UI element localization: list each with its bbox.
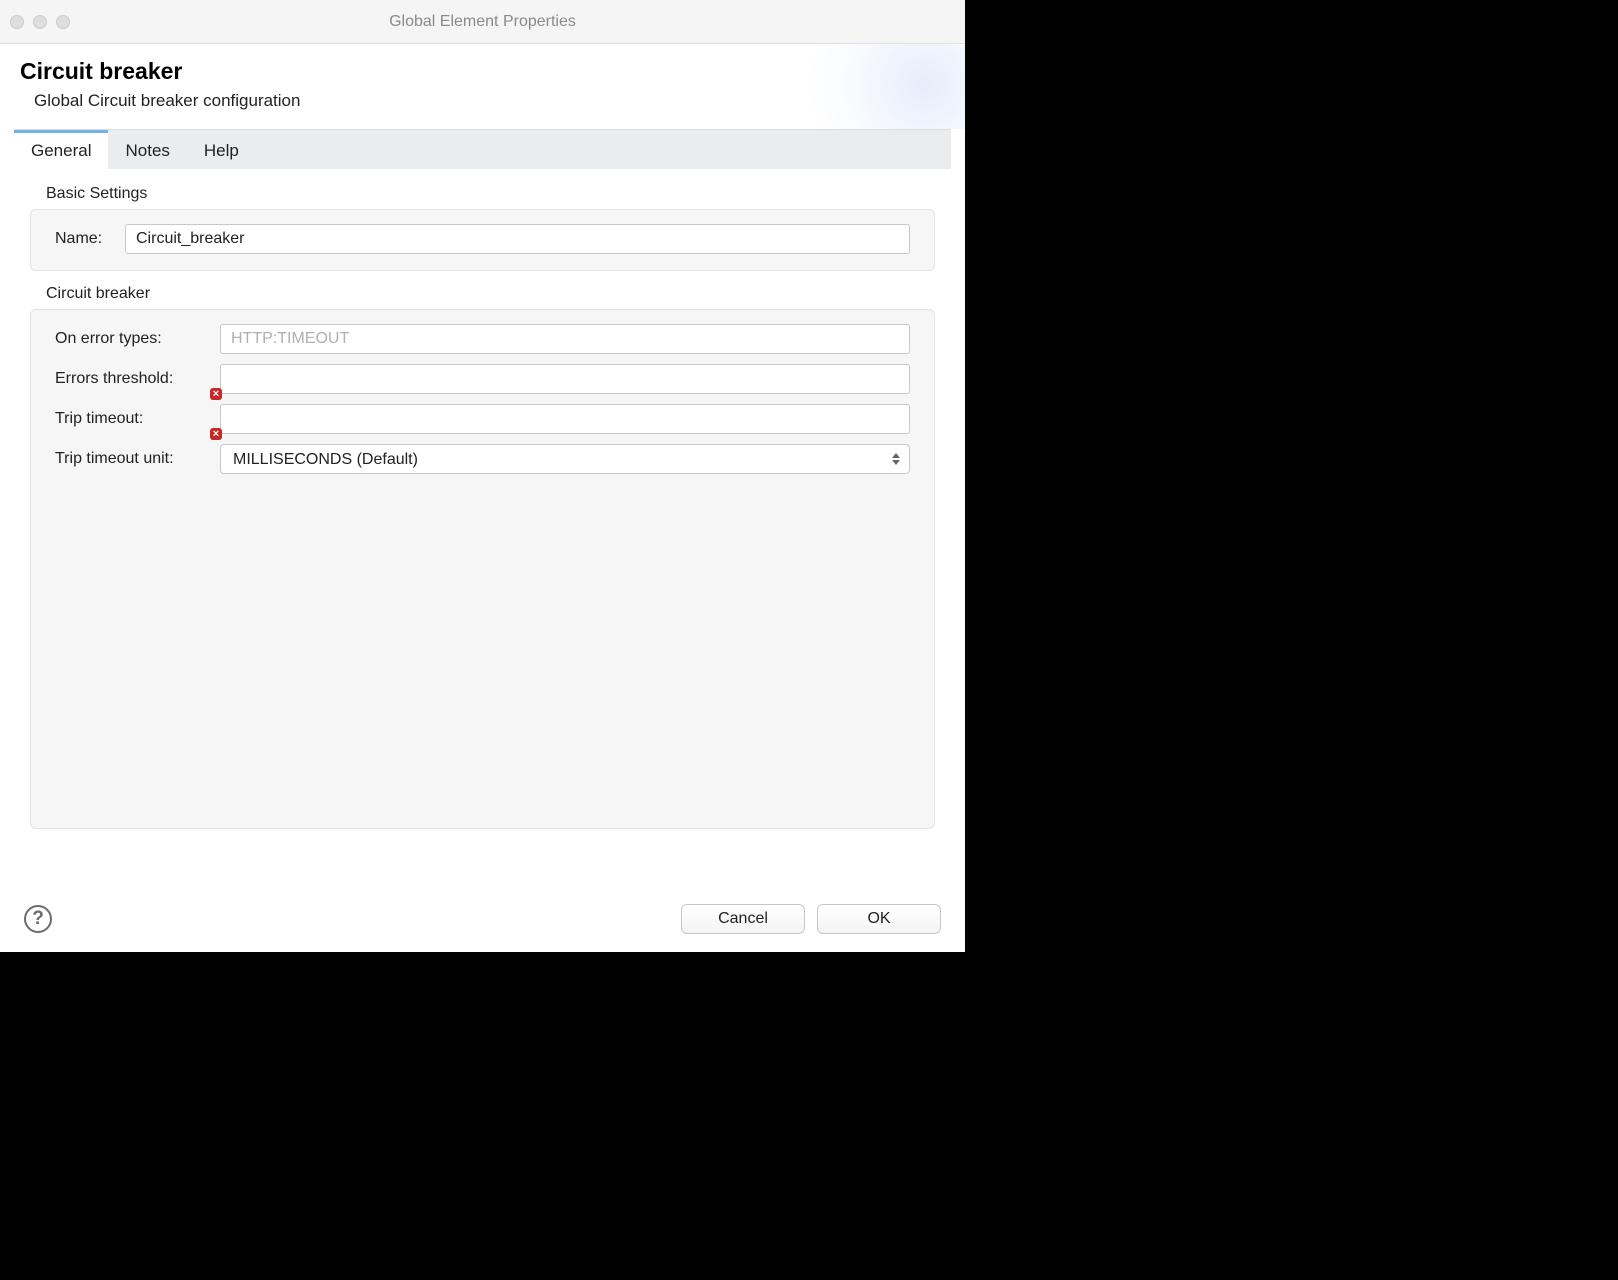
tabs-row: General Notes Help [14,129,951,169]
tab-notes[interactable]: Notes [108,130,186,169]
trip-timeout-label: Trip timeout: [55,410,210,428]
on-error-types-label: On error types: [55,330,210,348]
panel-circuit-breaker: On error types: Errors threshold: Trip t… [30,309,935,829]
errors-threshold-input[interactable] [220,364,910,394]
row-trip-timeout-unit: Trip timeout unit: MILLISECONDS (Default… [55,444,910,474]
section-circuit-breaker-label: Circuit breaker [14,281,951,309]
name-input[interactable] [125,224,910,254]
window-close-icon[interactable] [10,15,24,29]
row-trip-timeout: Trip timeout: [55,404,910,434]
on-error-types-input[interactable] [220,324,910,354]
section-basic-settings-label: Basic Settings [14,181,951,209]
errors-threshold-label: Errors threshold: [55,370,210,388]
window-controls [10,15,70,29]
decorative-glow [805,44,965,129]
row-on-error-types: On error types: [55,324,910,354]
titlebar-title: Global Element Properties [0,13,965,31]
page-subtitle: Global Circuit breaker configuration [20,91,945,111]
content-area: Basic Settings Name: Circuit breaker On … [0,169,965,890]
tab-general[interactable]: General [14,130,108,169]
dialog-footer: ? Cancel OK [0,890,965,952]
name-label: Name: [55,230,115,248]
panel-basic-settings: Name: [30,209,935,271]
trip-timeout-input[interactable] [220,404,910,434]
page-title: Circuit breaker [20,58,945,85]
ok-button[interactable]: OK [817,904,941,934]
window-maximize-icon[interactable] [56,15,70,29]
trip-timeout-unit-label: Trip timeout unit: [55,450,210,468]
dialog-header: Circuit breaker Global Circuit breaker c… [0,44,965,129]
row-name: Name: [55,224,910,254]
cancel-button[interactable]: Cancel [681,904,805,934]
trip-timeout-unit-select[interactable]: MILLISECONDS (Default) [220,444,910,474]
row-errors-threshold: Errors threshold: [55,364,910,394]
titlebar: Global Element Properties [0,0,965,44]
error-badge-icon [210,388,222,400]
tab-help[interactable]: Help [187,130,256,169]
error-badge-icon [210,428,222,440]
help-icon[interactable]: ? [24,905,52,933]
window-minimize-icon[interactable] [33,15,47,29]
dialog-window: Global Element Properties Circuit breake… [0,0,965,952]
